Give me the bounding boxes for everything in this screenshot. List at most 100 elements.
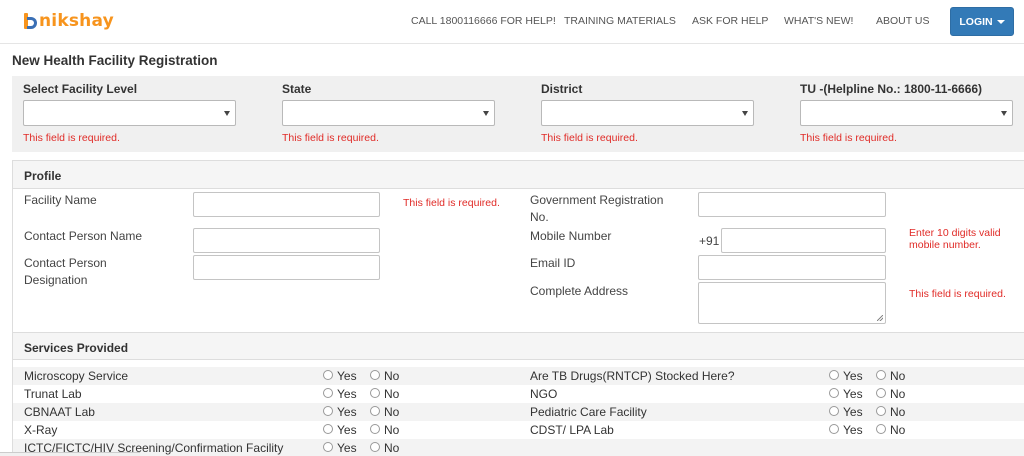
complete-address-textarea[interactable]	[698, 282, 886, 324]
services-section-header: Services Provided	[13, 332, 1024, 360]
page-title: New Health Facility Registration	[12, 53, 218, 68]
service-label: NGO	[530, 387, 558, 401]
dropdown-arrow-icon	[1001, 111, 1007, 116]
yes-radio[interactable]	[829, 388, 839, 398]
tu-select[interactable]	[800, 100, 1013, 126]
browser-status-bar	[0, 452, 140, 456]
nikshay-logo[interactable]: nikshay	[24, 10, 114, 32]
logo-text: nikshay	[39, 11, 114, 31]
email-id-label: Email ID	[530, 256, 576, 270]
no-radio[interactable]	[876, 424, 886, 434]
nav-about-us-link[interactable]: ABOUT US	[876, 15, 929, 27]
no-label: No	[384, 441, 400, 455]
tu-label: TU -(Helpline No.: 1800-11-6666)	[800, 82, 983, 96]
registration-panel: Profile Facility Name This field is requ…	[12, 160, 1024, 456]
yes-radio[interactable]	[323, 388, 333, 398]
service-label: Are TB Drugs(RNTCP) Stocked Here?	[530, 369, 735, 383]
nav-ask-for-help-link[interactable]: ASK FOR HELP	[692, 15, 768, 27]
yes-label: Yes	[337, 423, 357, 437]
dropdown-arrow-icon	[224, 111, 230, 116]
resize-grip-icon[interactable]	[877, 315, 883, 321]
contact-person-name-label: Contact Person Name	[24, 229, 143, 243]
service-row: X-Ray Yes No CDST/ LPA Lab Yes No	[13, 421, 1024, 439]
no-radio[interactable]	[370, 370, 380, 380]
nav-whats-new-link[interactable]: WHAT'S NEW!	[784, 15, 853, 27]
contact-person-name-input[interactable]	[193, 228, 380, 253]
facility-name-input[interactable]	[193, 192, 380, 217]
mobile-number-label: Mobile Number	[530, 229, 612, 243]
govt-registration-input[interactable]	[698, 192, 886, 217]
nav-helpline-link[interactable]: CALL 1800116666 FOR HELP!	[411, 15, 556, 27]
mobile-number-input[interactable]	[721, 228, 886, 253]
dropdown-arrow-icon	[483, 111, 489, 116]
district-label: District	[541, 82, 583, 96]
no-label: No	[384, 387, 400, 401]
no-radio[interactable]	[876, 388, 886, 398]
no-label: No	[890, 369, 906, 383]
yes-label: Yes	[337, 369, 357, 383]
no-radio[interactable]	[876, 370, 886, 380]
complete-address-label: Complete Address	[530, 284, 629, 298]
yes-label: Yes	[843, 369, 863, 383]
no-label: No	[384, 405, 400, 419]
nav-training-materials-link[interactable]: TRAINING MATERIALS	[564, 15, 676, 27]
facility-name-label: Facility Name	[24, 193, 97, 207]
mobile-number-error: Enter 10 digits valid mobile number.	[909, 227, 1001, 251]
facility-level-error: This field is required.	[23, 132, 120, 144]
contact-person-designation-input[interactable]	[193, 255, 380, 280]
facility-level-label: Select Facility Level	[23, 82, 138, 96]
logo-icon	[24, 11, 38, 31]
tu-error: This field is required.	[800, 132, 897, 144]
no-label: No	[384, 423, 400, 437]
yes-radio[interactable]	[829, 406, 839, 416]
yes-label: Yes	[843, 423, 863, 437]
state-error: This field is required.	[282, 132, 379, 144]
yes-radio[interactable]	[323, 370, 333, 380]
yes-label: Yes	[843, 387, 863, 401]
yes-radio[interactable]	[323, 442, 333, 452]
profile-section-header: Profile	[13, 161, 1024, 189]
govt-registration-label: Government Registration No.	[530, 193, 664, 224]
service-label: Microscopy Service	[24, 369, 129, 383]
yes-label: Yes	[843, 405, 863, 419]
contact-person-designation-label: Contact Person Designation	[24, 256, 107, 287]
service-label: CBNAAT Lab	[24, 405, 95, 419]
district-select[interactable]	[541, 100, 754, 126]
no-radio[interactable]	[370, 406, 380, 416]
yes-radio[interactable]	[323, 424, 333, 434]
facility-level-select[interactable]	[23, 100, 236, 126]
no-radio[interactable]	[370, 442, 380, 452]
profile-heading: Profile	[24, 169, 62, 183]
facility-name-error: This field is required.	[403, 197, 500, 209]
yes-label: Yes	[337, 405, 357, 419]
service-row: Trunat Lab Yes No NGO Yes No	[13, 385, 1024, 403]
service-row: CBNAAT Lab Yes No Pediatric Care Facilit…	[13, 403, 1024, 421]
no-radio[interactable]	[370, 388, 380, 398]
location-filter-band: Select Facility Level This field is requ…	[12, 76, 1024, 152]
service-label: Trunat Lab	[24, 387, 82, 401]
no-label: No	[890, 423, 906, 437]
yes-radio[interactable]	[829, 424, 839, 434]
yes-radio[interactable]	[323, 406, 333, 416]
no-label: No	[890, 405, 906, 419]
service-label: Pediatric Care Facility	[530, 405, 647, 419]
service-row: Microscopy Service Yes No Are TB Drugs(R…	[13, 367, 1024, 385]
state-select[interactable]	[282, 100, 495, 126]
login-label: LOGIN	[959, 15, 993, 28]
service-label: CDST/ LPA Lab	[530, 423, 614, 437]
yes-label: Yes	[337, 441, 357, 455]
mobile-country-code: +91	[699, 234, 720, 248]
no-radio[interactable]	[876, 406, 886, 416]
email-id-input[interactable]	[698, 255, 886, 280]
yes-radio[interactable]	[829, 370, 839, 380]
login-button[interactable]: LOGIN	[950, 7, 1014, 36]
dropdown-arrow-icon	[742, 111, 748, 116]
caret-down-icon	[996, 19, 1005, 24]
complete-address-error: This field is required.	[909, 288, 1006, 300]
no-label: No	[384, 369, 400, 383]
services-heading: Services Provided	[24, 341, 129, 355]
district-error: This field is required.	[541, 132, 638, 144]
no-radio[interactable]	[370, 424, 380, 434]
state-label: State	[282, 82, 312, 96]
service-row: ICTC/FICTC/HIV Screening/Confirmation Fa…	[13, 439, 1024, 456]
